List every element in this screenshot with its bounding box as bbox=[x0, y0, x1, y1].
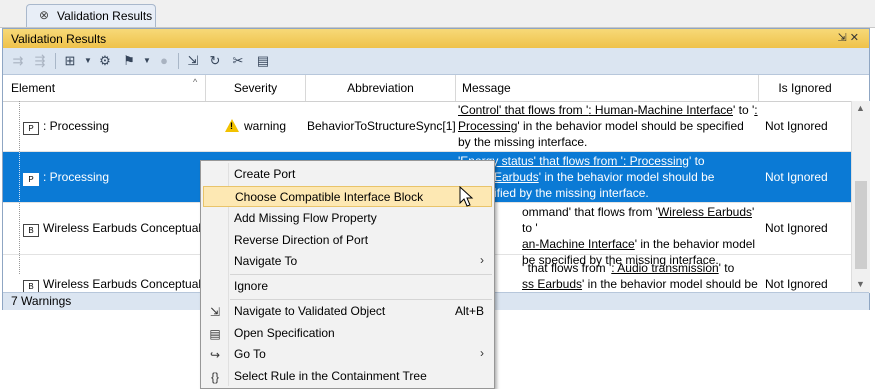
expand-icon[interactable]: ⇉ bbox=[9, 52, 27, 70]
table-header: Element ^ Severity Abbreviation Message … bbox=[3, 75, 851, 102]
settings-icon[interactable]: ⚙ bbox=[96, 52, 114, 70]
close-tab-icon[interactable]: ⊗ bbox=[39, 9, 51, 21]
braces-icon: {} bbox=[210, 370, 219, 384]
ignored-text: Not Ignored bbox=[765, 277, 828, 291]
specification-icon: ▤ bbox=[209, 327, 221, 341]
tab-title: Validation Results bbox=[57, 9, 153, 23]
group-by-icon[interactable]: ⊞ bbox=[61, 52, 79, 70]
element-name: Wireless Earbuds Conceptual. bbox=[43, 277, 205, 291]
shortcut-text: Alt+B bbox=[454, 304, 484, 318]
submenu-arrow-icon: › bbox=[480, 346, 484, 360]
port-icon: P bbox=[23, 173, 39, 186]
group-dropdown-icon[interactable]: ▼ bbox=[79, 52, 97, 70]
flag-icon[interactable]: ⚑ bbox=[120, 52, 138, 70]
sort-ascending-icon: ^ bbox=[193, 77, 198, 87]
menu-item-navigate-to-validated-object[interactable]: ⇲ Navigate to Validated Object Alt+B bbox=[203, 301, 492, 322]
column-header-severity[interactable]: Severity bbox=[206, 75, 306, 101]
menu-item-choose-compatible-interface-block[interactable]: Choose Compatible Interface Block bbox=[203, 186, 492, 207]
port-icon: P bbox=[23, 122, 39, 135]
vertical-scrollbar[interactable]: ▲ ▼ bbox=[851, 101, 870, 293]
menu-item-open-specification[interactable]: ▤ Open Specification bbox=[203, 323, 492, 344]
report-icon[interactable]: ▤ bbox=[254, 52, 272, 70]
abbreviation-text: BehaviorToStructureSync[1] bbox=[307, 119, 456, 133]
message-text: 'Control' that flows from ': Human-Machi… bbox=[458, 103, 758, 149]
link-hmi[interactable]: : Human-Machine Interface bbox=[588, 103, 733, 117]
element-name: : Processing bbox=[43, 119, 110, 133]
ignored-text: Not Ignored bbox=[765, 119, 828, 133]
menu-item-select-rule-in-containment-tree[interactable]: {} Select Rule in the Containment Tree bbox=[203, 366, 492, 387]
column-header-is-ignored[interactable]: Is Ignored bbox=[759, 75, 851, 101]
element-name: Wireless Earbuds Conceptual. bbox=[43, 221, 205, 235]
scroll-up-icon[interactable]: ▲ bbox=[856, 103, 865, 113]
element-name: : Processing bbox=[43, 170, 110, 184]
table-row[interactable]: P : Processing ! warning BehaviorToStructu… bbox=[3, 101, 851, 152]
flag-dropdown-icon[interactable]: ▼ bbox=[138, 52, 156, 70]
panel-title-bar: Validation Results ⇲ ✕ bbox=[3, 29, 869, 48]
ignored-text: Not Ignored bbox=[765, 221, 828, 235]
panel-window-buttons[interactable]: ⇲ ✕ bbox=[838, 31, 860, 44]
navigate-icon: ⇲ bbox=[209, 305, 221, 319]
column-header-element[interactable]: Element bbox=[3, 75, 206, 101]
panel-title: Validation Results bbox=[11, 32, 107, 46]
context-menu: Create Port Choose Compatible Interface … bbox=[200, 160, 495, 389]
block-icon: B bbox=[23, 224, 39, 237]
severity-text: warning bbox=[244, 119, 287, 133]
mouse-cursor-icon bbox=[459, 186, 474, 207]
ignored-text: Not Ignored bbox=[765, 170, 828, 184]
column-header-abbreviation[interactable]: Abbreviation bbox=[306, 75, 456, 101]
tools-icon[interactable]: ✂ bbox=[229, 52, 247, 70]
editor-tab-strip: ⊗ Validation Results bbox=[0, 0, 875, 28]
menu-item-navigate-to[interactable]: Navigate To › bbox=[203, 251, 492, 272]
submenu-arrow-icon: › bbox=[480, 253, 484, 267]
menu-item-go-to[interactable]: ↪ Go To › bbox=[203, 344, 492, 365]
menu-item-add-missing-flow-property[interactable]: Add Missing Flow Property bbox=[203, 208, 492, 229]
tab-validation-results[interactable]: ⊗ Validation Results bbox=[26, 4, 156, 27]
menu-item-create-port[interactable]: Create Port bbox=[203, 164, 492, 185]
warning-icon: ! bbox=[225, 119, 239, 132]
message-text: ' that flows from ': Audio transmission'… bbox=[522, 261, 758, 291]
toolbar: ⇉ ⇶ ⊞ ▼ ⚙ ⚑ ▼ ● ⇲ ↻ ✂ ▤ bbox=[3, 48, 869, 75]
refresh-icon[interactable]: ↻ bbox=[206, 52, 224, 70]
scroll-down-icon[interactable]: ▼ bbox=[856, 279, 865, 289]
column-header-message[interactable]: Message bbox=[456, 75, 759, 101]
stop-icon[interactable]: ● bbox=[155, 52, 173, 70]
collapse-icon[interactable]: ⇶ bbox=[31, 52, 49, 70]
message-text: 'Energy status' that flows from ': Proce… bbox=[458, 154, 715, 200]
menu-item-ignore[interactable]: Ignore bbox=[203, 276, 492, 297]
scrollbar-thumb[interactable] bbox=[855, 181, 867, 269]
warnings-count: 7 Warnings bbox=[11, 294, 72, 308]
goto-icon: ↪ bbox=[209, 348, 221, 362]
menu-item-reverse-direction[interactable]: Reverse Direction of Port bbox=[203, 230, 492, 251]
navigate-icon[interactable]: ⇲ bbox=[184, 52, 202, 70]
